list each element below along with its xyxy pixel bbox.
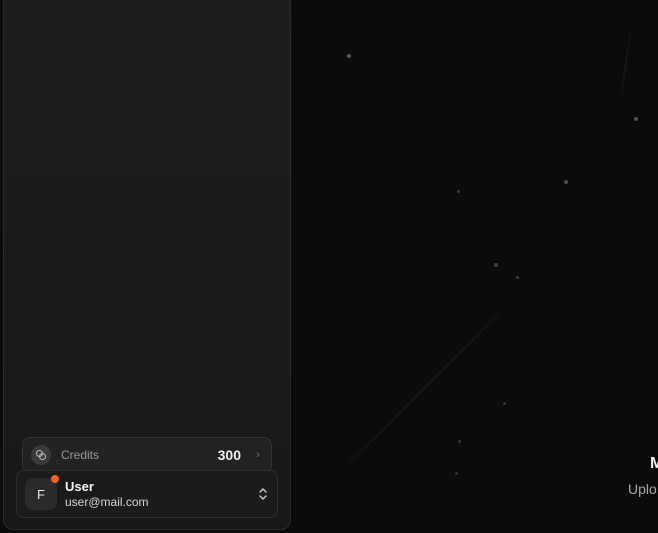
hero-title: M (650, 455, 658, 472)
star-dot (494, 263, 498, 267)
notification-dot (51, 475, 59, 483)
light-beam (618, 20, 633, 110)
star-dot (503, 402, 506, 405)
chevron-right-icon: › (256, 449, 260, 461)
star-dot (516, 276, 519, 279)
star-dot (457, 190, 460, 193)
coins-icon (31, 445, 51, 465)
app-window: Credits 300 › F User user@mail.com M Upl… (0, 0, 658, 533)
star-dot (347, 54, 351, 58)
main-content: M Uplo (291, 0, 658, 533)
user-menu-button[interactable]: F User user@mail.com (16, 470, 278, 518)
credits-button[interactable]: Credits 300 › (22, 437, 272, 473)
avatar-initial: F (37, 486, 45, 502)
user-name: User (65, 479, 94, 494)
light-beam (307, 270, 543, 505)
credits-value: 300 (217, 447, 241, 463)
star-dot (458, 440, 461, 443)
chevrons-up-down-icon (257, 487, 269, 501)
credits-label: Credits (61, 448, 100, 462)
star-dot (634, 117, 638, 121)
star-dot (455, 472, 458, 475)
user-email: user@mail.com (65, 494, 149, 509)
avatar: F (25, 475, 59, 510)
hero-subtitle: Uplo (628, 481, 657, 497)
user-info: User user@mail.com (65, 479, 257, 509)
star-dot (564, 180, 568, 184)
sidebar: Credits 300 › F User user@mail.com (3, 0, 291, 530)
